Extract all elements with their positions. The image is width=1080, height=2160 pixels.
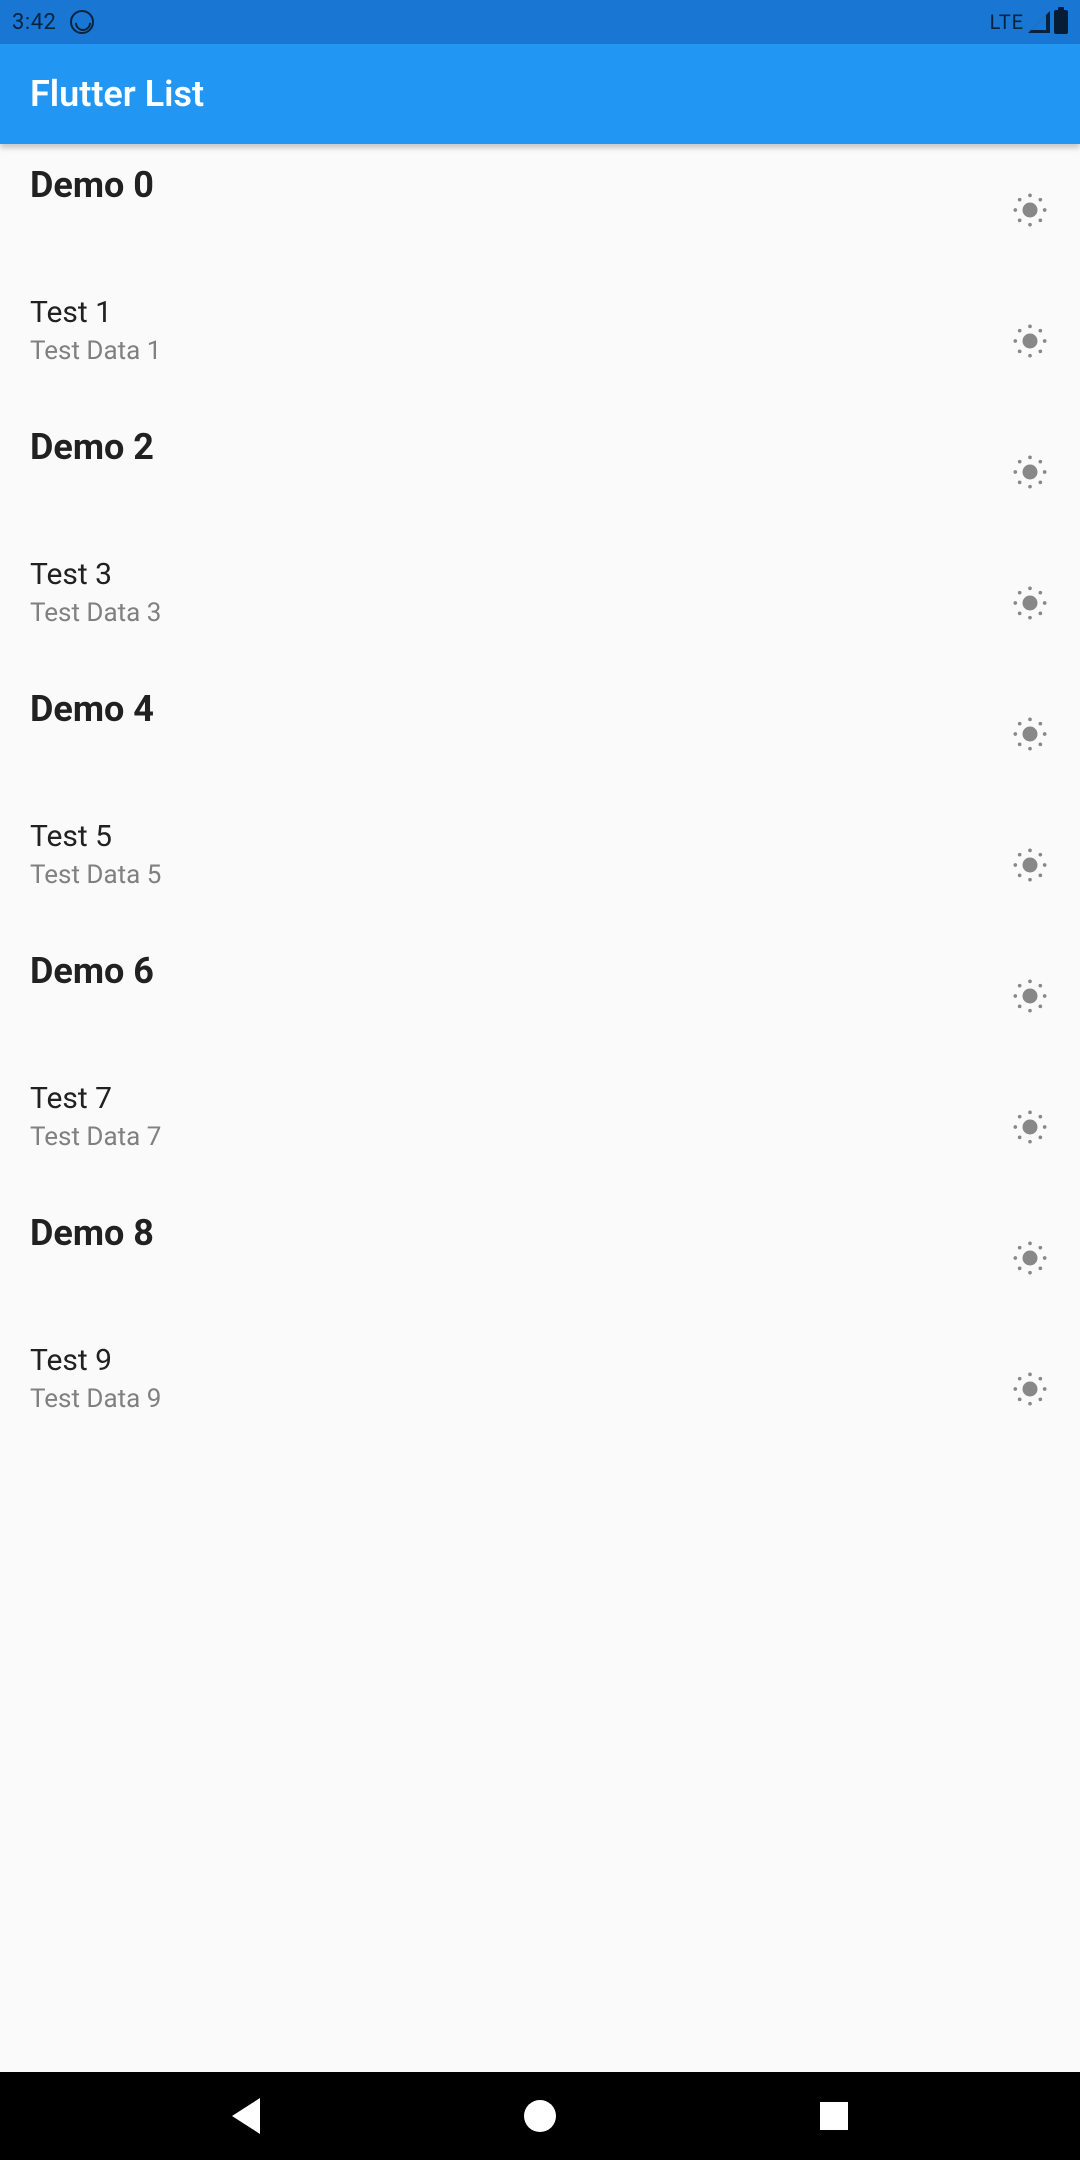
- network-label: LTE: [990, 10, 1024, 34]
- status-bar: 3:42 LTE: [0, 0, 1080, 44]
- status-left: 3:42: [12, 10, 94, 35]
- battery-icon: [1054, 10, 1068, 34]
- brightness-low-icon: [1010, 976, 1050, 1016]
- list-item-text: Demo 6: [30, 930, 154, 992]
- list-item-subtitle: Test Data 5: [30, 860, 161, 890]
- brightness-low-icon: [1010, 714, 1050, 754]
- list-item-text: Demo 2: [30, 406, 154, 468]
- app-title: Flutter List: [30, 73, 204, 115]
- list-item[interactable]: Demo 4: [0, 668, 1080, 799]
- list-item[interactable]: Demo 0: [0, 144, 1080, 275]
- list-item-text: Demo 0: [30, 144, 154, 206]
- list-item-title: Demo 6: [30, 950, 154, 992]
- brightness-low-icon: [1010, 1369, 1050, 1409]
- list-item-title: Demo 2: [30, 426, 154, 468]
- list-item[interactable]: Test 5 Test Data 5: [0, 799, 1080, 930]
- list-item-subtitle: Test Data 1: [30, 336, 161, 366]
- brightness-low-icon: [1010, 1238, 1050, 1278]
- nav-back-button[interactable]: [232, 2098, 260, 2134]
- list-item[interactable]: Demo 2: [0, 406, 1080, 537]
- do-not-disturb-icon: [70, 10, 94, 34]
- brightness-low-icon: [1010, 1107, 1050, 1147]
- list-item-text: Test 3 Test Data 3: [30, 537, 161, 628]
- list-item-title: Demo 8: [30, 1212, 154, 1254]
- list-item-title: Test 5: [30, 819, 161, 854]
- list-item-text: Test 5 Test Data 5: [30, 799, 161, 890]
- list-item[interactable]: Test 9 Test Data 9: [0, 1323, 1080, 1454]
- brightness-low-icon: [1010, 583, 1050, 623]
- list-item-text: Demo 4: [30, 668, 154, 730]
- signal-icon: [1028, 11, 1050, 33]
- app-bar: Flutter List: [0, 44, 1080, 144]
- list-item-title: Demo 0: [30, 164, 154, 206]
- list-item-subtitle: Test Data 7: [30, 1122, 161, 1152]
- list-item[interactable]: Test 3 Test Data 3: [0, 537, 1080, 668]
- list-item[interactable]: Demo 8: [0, 1192, 1080, 1323]
- list-item-title: Test 7: [30, 1081, 161, 1116]
- list-item-text: Test 1 Test Data 1: [30, 275, 161, 366]
- list-item[interactable]: Test 1 Test Data 1: [0, 275, 1080, 406]
- list-item-title: Test 3: [30, 557, 161, 592]
- list-item[interactable]: Test 7 Test Data 7: [0, 1061, 1080, 1192]
- brightness-low-icon: [1010, 190, 1050, 230]
- nav-recent-button[interactable]: [820, 2102, 848, 2130]
- list-item-title: Test 9: [30, 1343, 161, 1378]
- brightness-low-icon: [1010, 321, 1050, 361]
- list-item-subtitle: Test Data 3: [30, 598, 161, 628]
- brightness-low-icon: [1010, 452, 1050, 492]
- list-item-title: Test 1: [30, 295, 161, 330]
- clock-text: 3:42: [12, 10, 56, 35]
- list-item-subtitle: Test Data 9: [30, 1384, 161, 1414]
- list-item-text: Test 7 Test Data 7: [30, 1061, 161, 1152]
- list-container[interactable]: Demo 0 Test 1Test Data 1 Demo 2 Test 3Te…: [0, 144, 1080, 1454]
- list-item-text: Test 9 Test Data 9: [30, 1323, 161, 1414]
- status-right: LTE: [990, 10, 1068, 34]
- list-item[interactable]: Demo 6: [0, 930, 1080, 1061]
- list-item-text: Demo 8: [30, 1192, 154, 1254]
- nav-home-button[interactable]: [524, 2100, 556, 2132]
- brightness-low-icon: [1010, 845, 1050, 885]
- navigation-bar: [0, 2072, 1080, 2160]
- list-item-title: Demo 4: [30, 688, 154, 730]
